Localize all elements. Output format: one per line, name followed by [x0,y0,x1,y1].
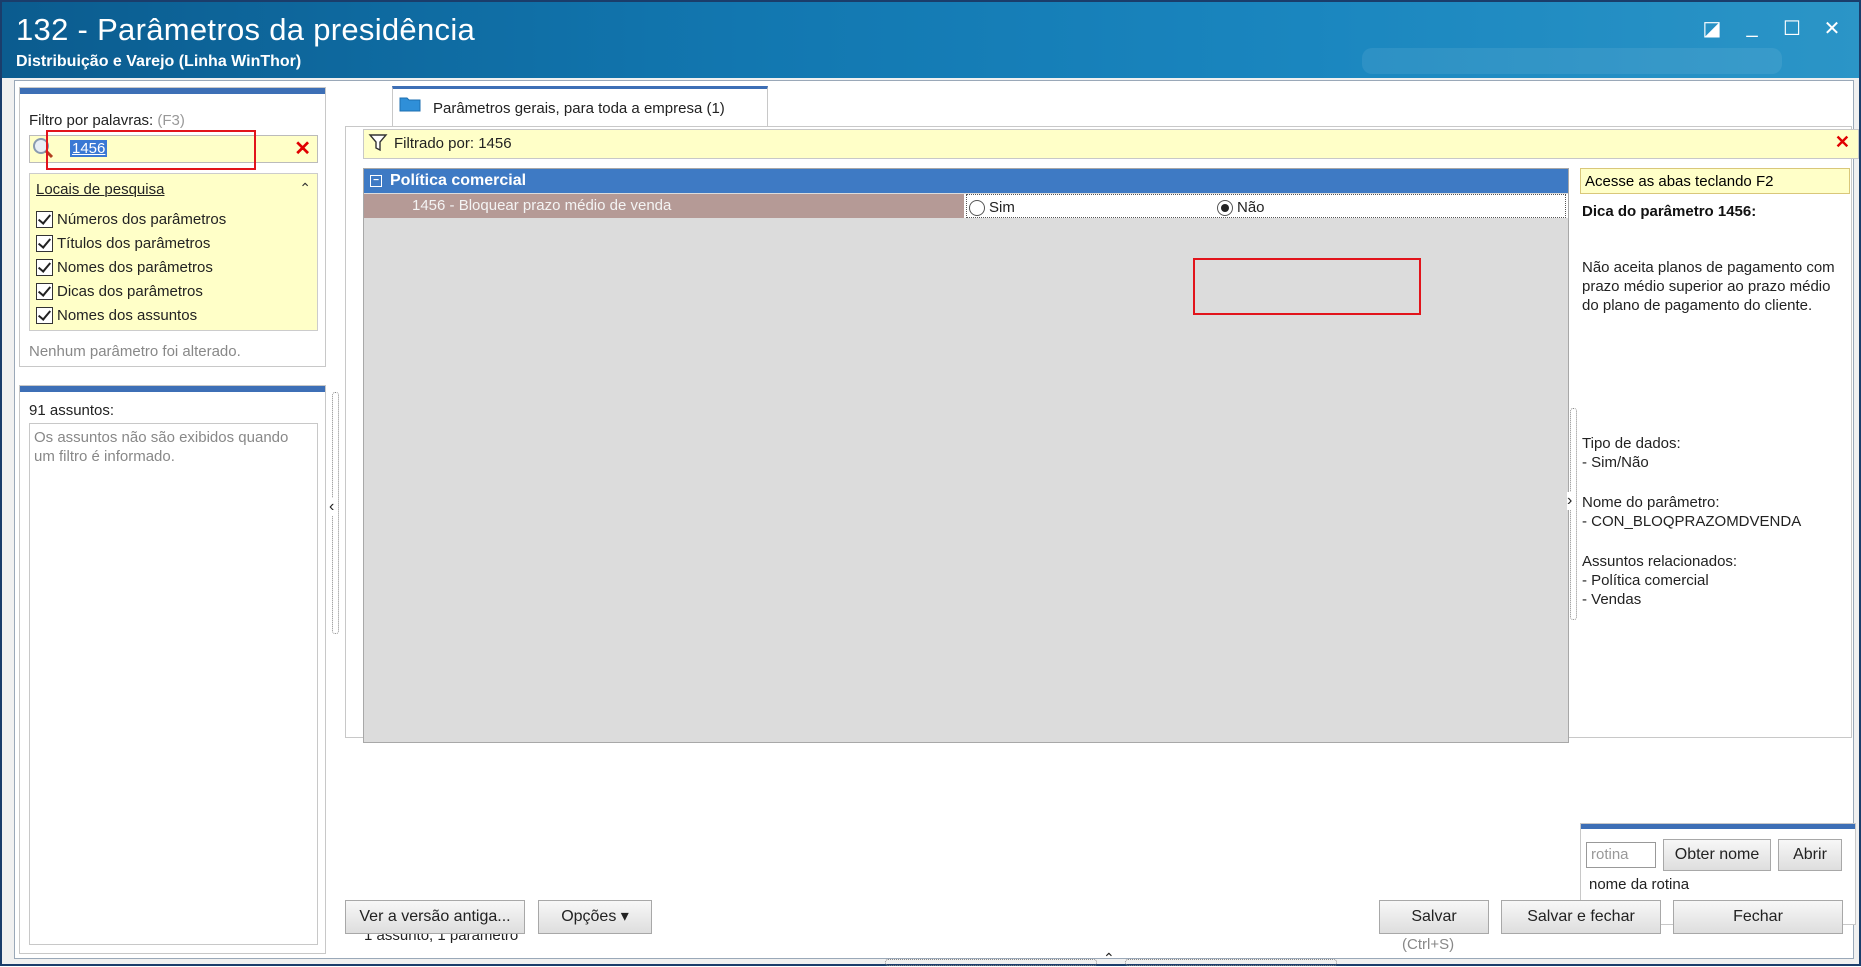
parameter-options: Sim Não [966,194,1566,218]
hint-banner: Acesse as abas teclando F2 [1580,168,1850,194]
filter-indicator: Filtrado por: 1456 ✕ [363,129,1859,159]
restore-icon[interactable]: ◪ [1701,16,1723,41]
filter-panel: Filtro por palavras: (F3) 1456 ✕ Locais … [19,87,326,367]
app-window: 132 - Parâmetros da presidência Distribu… [0,0,1861,966]
panel-accent [20,386,325,392]
funnel-icon [368,134,388,152]
search-locations-title: Locais de pesquisa [36,181,165,198]
save-shortcut-hint: (Ctrl+S) [1402,936,1455,953]
change-status: Nenhum parâmetro foi alterado. [29,343,241,360]
old-version-button[interactable]: Ver a versão antiga... [345,900,525,934]
radio-sim[interactable]: Sim [969,199,1015,216]
location-label: Nomes dos parâmetros [57,258,213,276]
panel-accent [1581,824,1855,829]
location-option[interactable]: Dicas dos parâmetros [36,279,226,303]
left-splitter[interactable]: ‹ [327,392,341,634]
window-controls: ◪ _ ☐ ✕ [1701,16,1843,41]
hint-data-type: Tipo de dados: - Sim/Não [1582,435,1681,471]
bottom-splitter[interactable]: ⌃ [885,950,1337,967]
hint-description: Não aceita planos de pagamento com prazo… [1582,259,1835,314]
routine-input[interactable]: rotina [1586,842,1656,868]
options-button[interactable]: Opções ▾ [538,900,652,934]
chevron-up-icon[interactable]: ⌃ [1103,950,1115,967]
chevron-left-icon[interactable]: ‹ [329,498,335,516]
subjects-list[interactable]: Os assuntos não são exibidos quando um f… [29,423,318,945]
radio-label: Sim [989,199,1015,216]
hint-param-name: Nome do parâmetro: - CON_BLOQPRAZOMDVEND… [1582,494,1802,530]
maximize-icon[interactable]: ☐ [1781,16,1803,41]
filter-label-text: Filtro por palavras: [29,112,154,129]
checkbox[interactable] [36,234,53,252]
location-label: Títulos dos parâmetros [57,234,211,252]
right-splitter[interactable]: › [1565,408,1579,620]
close-icon[interactable]: ✕ [1821,16,1843,41]
hint-related-subjects: Assuntos relacionados: - Política comerc… [1582,553,1738,608]
collapse-group-icon[interactable]: − [370,175,382,187]
location-option[interactable]: Nomes dos assuntos [36,303,226,327]
panel-accent [20,88,325,94]
window-title: 132 - Parâmetros da presidência [16,12,476,47]
radio-button[interactable] [969,199,985,216]
filter-shortcut: (F3) [157,112,185,129]
checkbox[interactable] [36,258,53,276]
remove-filter-icon[interactable]: ✕ [1835,132,1850,153]
routine-name-label: nome da rotina [1589,876,1690,893]
parameter-name: 1456 - Bloquear prazo médio de venda [364,194,964,218]
radio-button-selected[interactable] [1217,199,1233,216]
location-option[interactable]: Números dos parâmetros [36,207,226,231]
subjects-message: Os assuntos não são exibidos quando um f… [34,429,289,465]
parameter-row[interactable]: 1456 - Bloquear prazo médio de venda Sim… [364,194,1568,218]
tab-label: Parâmetros gerais, para toda a empresa (… [433,100,725,117]
location-label: Números dos parâmetros [57,210,227,228]
open-button[interactable]: Abrir [1778,839,1842,871]
subjects-panel: 91 assuntos: Os assuntos não são exibido… [19,385,326,954]
minimize-icon[interactable]: _ [1741,16,1763,41]
folder-icon [399,97,421,112]
checkbox[interactable] [36,282,53,300]
highlight-box-option [1193,258,1421,315]
search-locations: Locais de pesquisa ⌃ Números dos parâmet… [29,173,318,331]
save-button[interactable]: Salvar [1379,900,1489,934]
chevron-right-icon[interactable]: › [1567,492,1573,510]
splitter-grip [1570,408,1577,620]
search-locations-list: Números dos parâmetros Títulos dos parâm… [36,207,226,327]
splitter-grip [1125,959,1337,966]
location-label: Nomes dos assuntos [57,306,198,324]
tab-general-parameters[interactable]: Parâmetros gerais, para toda a empresa (… [392,86,768,129]
window-subtitle: Distribuição e Varejo (Linha WinThor) [16,53,302,70]
tab-bar: Parâmetros gerais, para toda a empresa (… [345,81,1855,129]
filter-indicator-text: Filtrado por: 1456 [394,135,512,152]
radio-label: Não [1237,199,1265,216]
client-area: Filtro por palavras: (F3) 1456 ✕ Locais … [14,80,1859,966]
group-label: Política comercial [390,172,527,189]
radio-nao[interactable]: Não [1217,199,1265,216]
parameters-grid: − Política comercial 1456 - Bloquear pra… [363,168,1569,743]
splitter-grip [885,959,1097,966]
location-option[interactable]: Títulos dos parâmetros [36,231,226,255]
subjects-count: 91 assuntos: [29,402,115,419]
close-button[interactable]: Fechar [1673,900,1843,934]
checkbox[interactable] [36,306,53,324]
highlight-box-filter [46,130,256,170]
location-option[interactable]: Nomes dos parâmetros [36,255,226,279]
get-name-button[interactable]: Obter nome [1663,839,1771,871]
location-label: Dicas dos parâmetros [57,282,203,300]
checkbox[interactable] [36,210,53,228]
filter-label: Filtro por palavras: (F3) [29,112,185,129]
hint-panel: Acesse as abas teclando F2 Dica do parâm… [1580,168,1854,838]
title-glow [1362,48,1782,74]
title-bar: 132 - Parâmetros da presidência Distribu… [2,2,1859,78]
save-and-close-button[interactable]: Salvar e fechar [1501,900,1661,934]
clear-filter-icon[interactable]: ✕ [294,136,311,161]
collapse-icon[interactable]: ⌃ [299,180,311,197]
hint-title: Dica do parâmetro 1456: [1582,203,1757,220]
group-row[interactable]: − Política comercial [364,169,1568,193]
